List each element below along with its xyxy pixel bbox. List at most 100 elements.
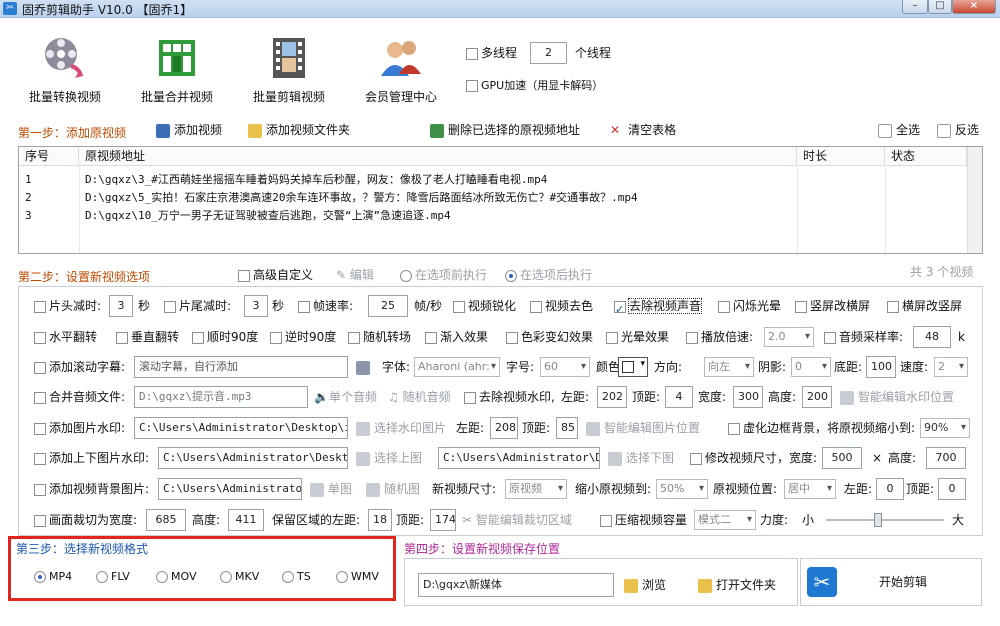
minimize-button[interactable]: –	[902, 0, 928, 14]
img-left-input[interactable]: 208	[490, 417, 518, 439]
delete-selected-button[interactable]: 删除已选择的原视频地址	[430, 119, 580, 141]
col-path[interactable]: 原视频地址	[79, 147, 797, 165]
top-img-path-input[interactable]: C:\Users\Administrator\Desktop\i	[158, 447, 348, 469]
single-img-button[interactable]: 单图	[310, 478, 352, 500]
img-wm-option[interactable]: 添加图片水印:	[34, 417, 125, 439]
format-wmv-radio[interactable]	[336, 571, 348, 583]
flash-checkbox[interactable]	[718, 300, 730, 313]
shadow-select[interactable]: 0	[791, 357, 831, 377]
random-trans-checkbox[interactable]	[348, 331, 360, 344]
clear-table-button[interactable]: ✕ 清空表格	[610, 119, 676, 141]
exec-before-option[interactable]: 在选项前执行	[400, 264, 487, 286]
compress-mode-select[interactable]: 模式二	[694, 510, 756, 530]
ccw90-checkbox[interactable]	[270, 331, 282, 344]
resize-height-input[interactable]: 700	[926, 447, 966, 469]
scroll-sub-checkbox[interactable]	[34, 361, 46, 374]
choose-top-img-button[interactable]: 选择上图	[356, 447, 422, 469]
merge-audio-checkbox[interactable]	[34, 391, 46, 404]
exec-after-radio[interactable]	[505, 269, 517, 282]
smart-img-button[interactable]: 智能编辑图片位置	[586, 417, 700, 439]
img-wm-checkbox[interactable]	[34, 422, 46, 435]
scroll-speed-select[interactable]: 2	[934, 357, 968, 377]
col-duration[interactable]: 时长	[797, 147, 885, 165]
bottom-input[interactable]: 100	[866, 356, 896, 378]
flash-option[interactable]: 闪烁光晕	[718, 295, 781, 317]
audio-path-input[interactable]: D:\gqxz\提示音.mp3	[134, 386, 308, 408]
ccw90-option[interactable]: 逆时90度	[270, 326, 336, 348]
random-trans-option[interactable]: 随机转场	[348, 326, 411, 348]
decolor-option[interactable]: 视频去色	[530, 295, 593, 317]
crop-top-input[interactable]: 174	[430, 509, 456, 531]
format-wmv-option[interactable]: WMV	[336, 566, 379, 588]
video-table[interactable]: 序号 原视频地址 时长 状态 1 D:\gqxz\3_#江西萌娃坐摇摇车睡着妈妈关…	[18, 146, 983, 254]
cw90-option[interactable]: 顺时90度	[192, 326, 258, 348]
bottom-img-path-input[interactable]: C:\Users\Administrator\Desk	[438, 447, 600, 469]
col-num[interactable]: 序号	[19, 147, 79, 165]
force-slider-track[interactable]	[826, 519, 944, 521]
bg-top-input[interactable]: 0	[938, 478, 966, 500]
open-folder-button[interactable]: 打开文件夹	[698, 574, 776, 596]
crop-checkbox[interactable]	[34, 514, 46, 527]
multithread-checkbox[interactable]	[466, 47, 478, 60]
tail-cut-option[interactable]: 片尾减时:	[164, 295, 231, 317]
gpu-checkbox[interactable]	[466, 80, 478, 92]
text-settings-icon[interactable]	[356, 356, 374, 378]
maximize-button[interactable]: □	[928, 0, 952, 14]
halo-checkbox[interactable]	[606, 331, 618, 344]
img-wm-path-input[interactable]: C:\Users\Administrator\Desktop\img-q	[134, 417, 348, 439]
wm-height-input[interactable]: 200	[802, 386, 832, 408]
blur-bg-checkbox[interactable]	[728, 422, 740, 435]
direction-select[interactable]: 向左	[704, 357, 754, 377]
remove-wm-checkbox[interactable]	[464, 391, 476, 404]
blur-scale-select[interactable]: 90%	[920, 418, 970, 438]
batch-merge-button[interactable]: 批量合并视频	[122, 34, 232, 105]
cw90-checkbox[interactable]	[192, 331, 204, 344]
close-button[interactable]: ×	[952, 0, 996, 14]
speed-checkbox[interactable]	[686, 331, 698, 344]
format-flv-option[interactable]: FLV	[96, 566, 130, 588]
tb-img-option[interactable]: 添加上下图片水印:	[34, 447, 149, 469]
decolor-checkbox[interactable]	[530, 300, 542, 313]
new-size-select[interactable]: 原视频	[505, 479, 567, 499]
select-all-button[interactable]: 全选	[878, 119, 920, 141]
force-slider-handle[interactable]	[874, 513, 882, 527]
browse-button[interactable]: 浏览	[624, 574, 666, 596]
gpu-option[interactable]: GPU加速（用显卡解码）	[466, 75, 603, 97]
h2v-option[interactable]: 横屏改竖屏	[887, 295, 962, 317]
batch-convert-button[interactable]: 批量转换视频	[10, 34, 120, 105]
hflip-option[interactable]: 水平翻转	[34, 326, 97, 348]
sample-rate-option[interactable]: 音频采样率:	[824, 326, 903, 348]
head-cut-option[interactable]: 片头减时:	[34, 295, 101, 317]
scroll-sub-option[interactable]: 添加滚动字幕:	[34, 356, 125, 378]
img-top-input[interactable]: 85	[556, 417, 578, 439]
pos-select[interactable]: 居中	[784, 479, 836, 499]
bg-img-path-input[interactable]: C:\Users\Administrator\D	[158, 478, 302, 500]
speed-select[interactable]: 2.0	[764, 327, 814, 347]
table-row[interactable]: 3 D:\gqxz\10_万宁一男子无证驾驶被查后逃跑，交警“上演”急速追逐.mp…	[19, 207, 967, 225]
tb-img-checkbox[interactable]	[34, 452, 46, 465]
vflip-option[interactable]: 垂直翻转	[116, 326, 179, 348]
save-path-input[interactable]: D:\gqxz\新媒体	[418, 573, 614, 597]
exec-after-option[interactable]: 在选项后执行	[505, 264, 592, 286]
format-mov-option[interactable]: MOV	[156, 566, 196, 588]
crop-width-input[interactable]: 685	[146, 509, 186, 531]
table-scrollbar[interactable]	[967, 147, 982, 253]
add-video-button[interactable]: 添加视频	[156, 119, 222, 141]
batch-clip-button[interactable]: 批量剪辑视频	[234, 34, 344, 105]
table-row[interactable]: 2 D:\gqxz\5_实拍！石家庄京港澳高速20余车连环事故，？警方：降雪后路面…	[19, 189, 967, 207]
bg-img-checkbox[interactable]	[34, 483, 46, 496]
thread-count-input[interactable]: 2	[530, 42, 567, 64]
bg-img-option[interactable]: 添加视频背景图片:	[34, 478, 149, 500]
head-cut-input[interactable]: 3	[109, 295, 133, 317]
format-ts-radio[interactable]	[282, 571, 294, 583]
choose-bottom-img-button[interactable]: 选择下图	[608, 447, 674, 469]
tail-cut-input[interactable]: 3	[244, 295, 268, 317]
resize-option[interactable]: 修改视频尺寸，宽度:	[690, 447, 817, 469]
random-img-button[interactable]: 随机图	[366, 478, 420, 500]
format-flv-radio[interactable]	[96, 571, 108, 583]
sample-rate-input[interactable]: 48	[913, 326, 951, 348]
tail-cut-checkbox[interactable]	[164, 300, 176, 313]
sharpen-checkbox[interactable]	[453, 300, 465, 313]
sharpen-option[interactable]: 视频锐化	[453, 295, 516, 317]
crop-height-input[interactable]: 411	[228, 509, 264, 531]
